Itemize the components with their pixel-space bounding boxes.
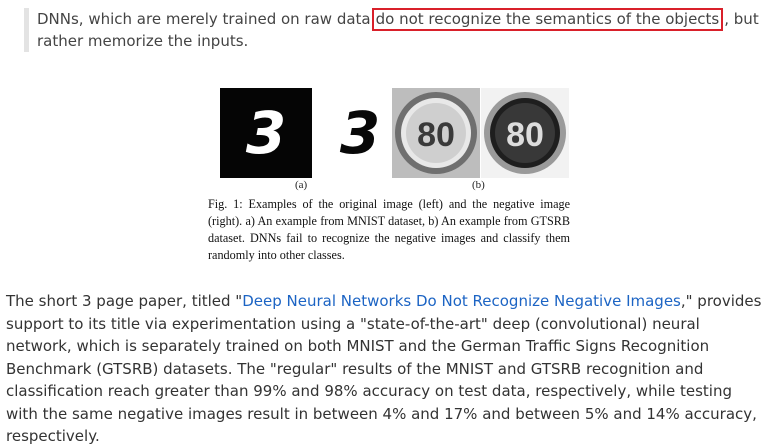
- highlighted-phrase: do not recognize the semantics of the ob…: [371, 8, 724, 31]
- mnist-original-image: 3: [220, 88, 312, 178]
- sign-number-negative: 80: [506, 116, 544, 154]
- paragraph-text-after: ," provides support to its title via exp…: [6, 292, 762, 445]
- figure-label-a: (a): [295, 179, 308, 191]
- gtsrb-original-image: 80: [392, 88, 480, 178]
- figure-label-b: (b): [472, 179, 485, 191]
- quote-text-before: DNNs, which are merely trained on raw da…: [37, 10, 371, 28]
- paragraph-text-before: The short 3 page paper, titled ": [6, 292, 243, 310]
- paper-title-link[interactable]: Deep Neural Networks Do Not Recognize Ne…: [242, 292, 681, 310]
- body-paragraph: The short 3 page paper, titled "Deep Neu…: [6, 290, 766, 448]
- figure-caption: Fig. 1: Examples of the original image (…: [208, 197, 570, 262]
- figure: 3 3 80 80 (a) (b) Fig. 1: Examples of th…: [200, 88, 572, 270]
- gtsrb-negative-image: 80: [481, 88, 569, 178]
- blockquote: DNNs, which are merely trained on raw da…: [24, 8, 769, 52]
- digit-three-original: 3: [245, 99, 287, 167]
- speed-limit-sign-original: 80: [392, 88, 480, 178]
- speed-limit-sign-negative: 80: [481, 88, 569, 178]
- sign-number-original: 80: [417, 116, 455, 154]
